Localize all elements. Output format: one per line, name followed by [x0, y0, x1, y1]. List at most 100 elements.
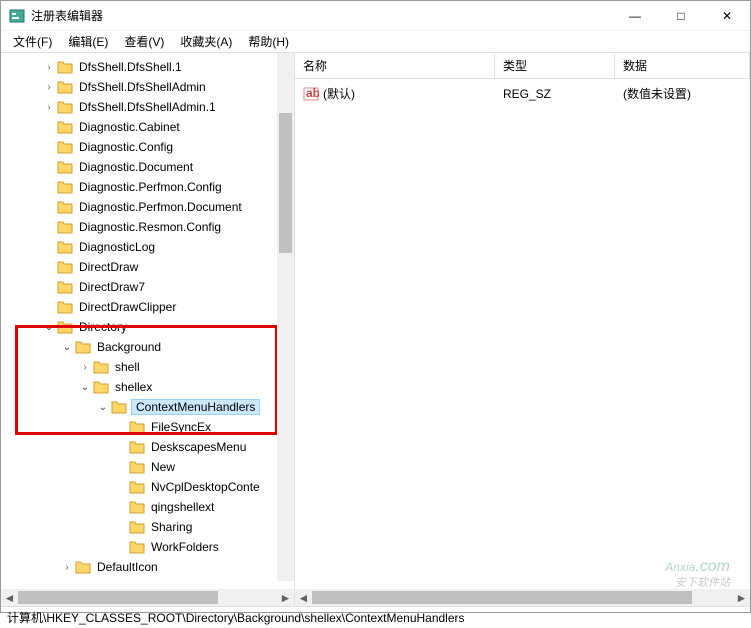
close-button[interactable]: ✕ — [704, 1, 750, 31]
tree-label: DirectDraw7 — [77, 280, 147, 294]
folder-icon — [57, 80, 73, 94]
tree-label: Diagnostic.Perfmon.Document — [77, 200, 244, 214]
tree-item[interactable]: › DfsShell.DfsShell.1 — [1, 57, 294, 77]
chevron-down-icon[interactable]: ⌄ — [59, 342, 75, 353]
tree-label: Diagnostic.Resmon.Config — [77, 220, 223, 234]
tree-label: ContextMenuHandlers — [131, 399, 260, 415]
tree-item[interactable]: DeskscapesMenu — [1, 437, 294, 457]
tree-item[interactable]: DirectDraw7 — [1, 277, 294, 297]
chevron-right-icon[interactable]: › — [59, 562, 75, 573]
values-horizontal-scrollbar[interactable]: ◄ ► — [295, 589, 750, 606]
column-data[interactable]: 数据 — [615, 53, 750, 78]
tree-label: shellex — [113, 380, 154, 394]
tree-item[interactable]: Diagnostic.Config — [1, 137, 294, 157]
tree-label: DfsShell.DfsShell.1 — [77, 60, 184, 74]
menu-edit[interactable]: 编辑(E) — [60, 31, 116, 52]
tree-item[interactable]: Diagnostic.Perfmon.Config — [1, 177, 294, 197]
tree-item[interactable]: ⌄ ContextMenuHandlers — [1, 397, 294, 417]
folder-icon — [57, 320, 73, 334]
folder-icon — [57, 100, 73, 114]
tree-item[interactable]: ›DfsShell.DfsShellAdmin.1 — [1, 97, 294, 117]
folder-icon — [75, 340, 91, 354]
string-value-icon: ab — [303, 86, 319, 102]
tree-item[interactable]: DirectDraw — [1, 257, 294, 277]
tree-horizontal-scrollbar[interactable]: ◄ ► — [1, 589, 295, 606]
tree-label: Diagnostic.Perfmon.Config — [77, 180, 224, 194]
menu-help[interactable]: 帮助(H) — [240, 31, 297, 52]
chevron-down-icon[interactable]: ⌄ — [41, 322, 57, 333]
tree-item[interactable]: DirectDrawClipper — [1, 297, 294, 317]
tree-item[interactable]: ⌄ Directory — [1, 317, 294, 337]
tree-item[interactable]: › DfsShell.DfsShellAdmin — [1, 77, 294, 97]
scroll-left-icon[interactable]: ◄ — [1, 589, 18, 606]
menu-favorites[interactable]: 收藏夹(A) — [172, 31, 240, 52]
chevron-down-icon[interactable]: ⌄ — [95, 402, 111, 413]
column-name[interactable]: 名称 — [295, 53, 495, 78]
column-type[interactable]: 类型 — [495, 53, 615, 78]
tree-item[interactable]: Diagnostic.Resmon.Config — [1, 217, 294, 237]
folder-icon — [57, 200, 73, 214]
tree-label: Diagnostic.Document — [77, 160, 195, 174]
chevron-right-icon[interactable]: › — [41, 102, 57, 113]
registry-tree[interactable]: ›DfsShell.DfsShell.1›DfsShell.DfsShellAd… — [1, 53, 294, 581]
value-data: (数值未设置) — [615, 83, 750, 104]
folder-icon — [129, 500, 145, 514]
folder-icon — [57, 240, 73, 254]
chevron-down-icon[interactable]: ⌄ — [77, 382, 93, 393]
tree-label: NvCplDesktopConte — [149, 480, 262, 494]
scroll-right-icon[interactable]: ► — [733, 589, 750, 606]
folder-icon — [57, 160, 73, 174]
tree-item[interactable]: New — [1, 457, 294, 477]
window-controls: — □ ✕ — [612, 1, 750, 31]
folder-icon — [129, 480, 145, 494]
tree-label: Diagnostic.Cabinet — [77, 120, 182, 134]
tree-pane: ›DfsShell.DfsShell.1›DfsShell.DfsShellAd… — [1, 53, 295, 589]
tree-label: Directory — [77, 320, 129, 334]
menu-view[interactable]: 查看(V) — [116, 31, 172, 52]
tree-label: Diagnostic.Config — [77, 140, 175, 154]
tree-vertical-scrollbar[interactable] — [277, 53, 294, 581]
folder-icon — [57, 280, 73, 294]
tree-item[interactable]: Diagnostic.Cabinet — [1, 117, 294, 137]
folder-icon — [57, 60, 73, 74]
tree-label: shell — [113, 360, 142, 374]
folder-icon — [57, 120, 73, 134]
folder-icon — [129, 520, 145, 534]
tree-label: qingshellext — [149, 500, 216, 514]
tree-item[interactable]: Diagnostic.Document — [1, 157, 294, 177]
tree-label: Sharing — [149, 520, 194, 534]
tree-label: Background — [95, 340, 163, 354]
chevron-right-icon[interactable]: › — [41, 62, 57, 73]
folder-icon — [93, 360, 109, 374]
tree-item[interactable]: ›DefaultIcon — [1, 557, 294, 577]
tree-item[interactable]: Sharing — [1, 517, 294, 537]
tree-item[interactable]: › shell — [1, 357, 294, 377]
folder-icon — [111, 400, 127, 414]
chevron-right-icon[interactable]: › — [41, 82, 57, 93]
tree-item[interactable]: ⌄ shellex — [1, 377, 294, 397]
horizontal-scrollbars: ◄ ► ◄ ► — [1, 589, 750, 606]
tree-label: DfsShell.DfsShellAdmin — [77, 80, 208, 94]
folder-icon — [75, 560, 91, 574]
tree-label: FileSyncEx — [149, 420, 213, 434]
minimize-button[interactable]: — — [612, 1, 658, 31]
maximize-button[interactable]: □ — [658, 1, 704, 31]
tree-item[interactable]: qingshellext — [1, 497, 294, 517]
menu-file[interactable]: 文件(F) — [5, 31, 60, 52]
tree-item[interactable]: Diagnostic.Perfmon.Document — [1, 197, 294, 217]
folder-icon — [57, 180, 73, 194]
tree-item[interactable]: WorkFolders — [1, 537, 294, 557]
value-row[interactable]: ab (默认) REG_SZ (数值未设置) — [295, 79, 750, 108]
values-header: 名称 类型 数据 — [295, 53, 750, 79]
tree-item[interactable]: NvCplDesktopConte — [1, 477, 294, 497]
scroll-left-icon[interactable]: ◄ — [295, 589, 312, 606]
tree-item[interactable]: FileSyncEx — [1, 417, 294, 437]
folder-icon — [57, 300, 73, 314]
regedit-icon — [9, 8, 25, 24]
scroll-right-icon[interactable]: ► — [277, 589, 294, 606]
tree-item[interactable]: ⌄ Background — [1, 337, 294, 357]
tree-item[interactable]: DiagnosticLog — [1, 237, 294, 257]
chevron-right-icon[interactable]: › — [77, 362, 93, 373]
tree-label: DirectDrawClipper — [77, 300, 178, 314]
folder-icon — [129, 540, 145, 554]
